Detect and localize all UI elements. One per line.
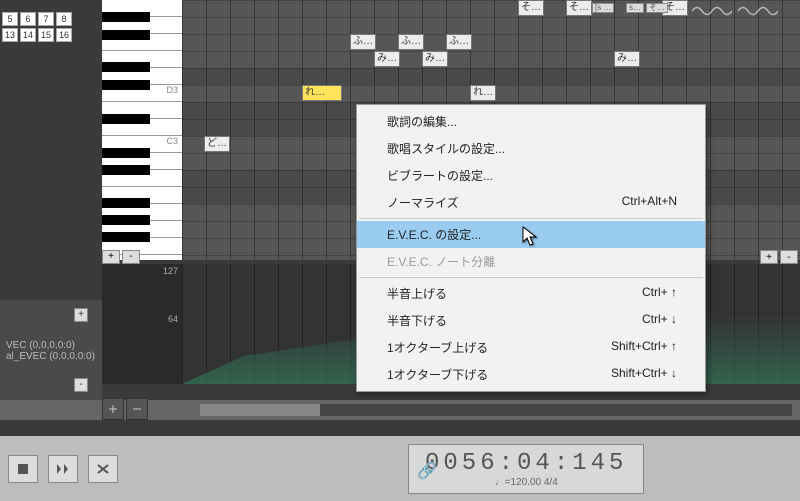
vibrato-icon (692, 4, 732, 18)
time-value: 0056:04:145 (425, 450, 627, 477)
zoom-vertical: + - (102, 250, 140, 264)
scale-mid: 64 (168, 314, 178, 324)
link-icon: 🔗 (417, 461, 437, 481)
note[interactable]: ふ… (398, 34, 424, 50)
step-5[interactable]: 5 (2, 12, 18, 26)
step-14[interactable]: 14 (20, 28, 36, 42)
transport-bar: 🔗 0056:04:145 ♩=120.00 4/4 (0, 436, 800, 501)
note[interactable]: み… (374, 51, 400, 67)
note[interactable]: ふ… (446, 34, 472, 50)
param-line: al_EVEC (0,0,0,0:0) (6, 351, 96, 362)
note[interactable]: ど… (204, 136, 230, 152)
cursor-icon (522, 226, 540, 253)
note[interactable]: ふ… (350, 34, 376, 50)
note[interactable]: み… (422, 51, 448, 67)
vibrato-icon (738, 4, 778, 18)
menu-normalize[interactable]: ノーマライズCtrl+Alt+N (357, 189, 705, 216)
menu-singing-style[interactable]: 歌唱スタイルの設定... (357, 135, 705, 162)
menu-vibrato[interactable]: ビブラートの設定... (357, 162, 705, 189)
play-button[interactable] (48, 455, 78, 483)
zoom-out-button[interactable]: - (122, 250, 140, 264)
menu-semitone-down[interactable]: 半音下げるCtrl+ ↓ (357, 307, 705, 334)
step-6[interactable]: 6 (20, 12, 36, 26)
menu-edit-lyrics[interactable]: 歌詞の編集... (357, 108, 705, 135)
parameter-panel: + VEC (0,0,0,0:0) al_EVEC (0,0,0,0:0) - (0, 300, 102, 400)
note-badge: [s … (592, 3, 614, 13)
piano-keyboard[interactable]: D3 C3 (102, 0, 182, 260)
note[interactable]: れ… (470, 85, 496, 101)
tempo-value: ♩=120.00 4/4 (495, 477, 558, 488)
collapse-button[interactable] (126, 398, 148, 420)
note-badge: そ… (646, 3, 668, 13)
step-13[interactable]: 13 (2, 28, 18, 42)
add-param-button[interactable]: + (74, 308, 88, 322)
step-16[interactable]: 16 (56, 28, 72, 42)
zoom-in-button[interactable]: + (102, 250, 120, 264)
time-display: 🔗 0056:04:145 ♩=120.00 4/4 (408, 444, 644, 494)
expand-button[interactable] (102, 398, 124, 420)
menu-octave-up[interactable]: 1オクターブ上げるShift+Ctrl+ ↑ (357, 334, 705, 361)
scale-max: 127 (163, 266, 178, 276)
step-15[interactable]: 15 (38, 28, 54, 42)
step-8[interactable]: 8 (56, 12, 72, 26)
note-selected[interactable]: れ… (302, 85, 342, 101)
key-label-d3: D3 (166, 85, 178, 95)
zoom-horizontal: + - (760, 250, 798, 264)
step-buttons: 5 6 7 8 13 14 15 16 (0, 10, 74, 44)
note[interactable]: み… (614, 51, 640, 67)
note[interactable]: そ… (566, 0, 592, 16)
key-label-c3: C3 (166, 136, 178, 146)
remove-param-button[interactable]: - (74, 378, 88, 392)
menu-octave-down[interactable]: 1オクターブ下げるShift+Ctrl+ ↓ (357, 361, 705, 388)
scrollbar-thumb[interactable] (200, 404, 320, 416)
note-badge: s… (626, 3, 644, 13)
zoom-in-button[interactable]: + (760, 250, 778, 264)
zoom-out-button[interactable]: - (780, 250, 798, 264)
step-7[interactable]: 7 (38, 12, 54, 26)
param-line: VEC (0,0,0,0:0) (6, 340, 96, 351)
loop-button[interactable] (88, 455, 118, 483)
note[interactable]: そ… (518, 0, 544, 16)
menu-semitone-up[interactable]: 半音上げるCtrl+ ↑ (357, 280, 705, 307)
stop-button[interactable] (8, 455, 38, 483)
